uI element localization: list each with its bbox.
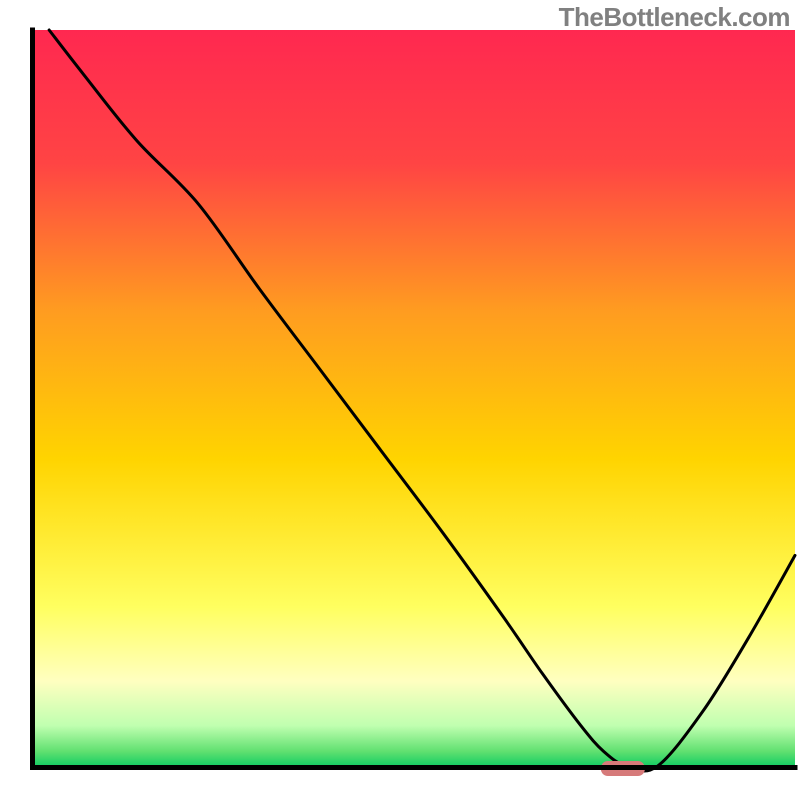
watermark-text: TheBottleneck.com bbox=[559, 2, 790, 33]
bottleneck-chart bbox=[0, 0, 800, 800]
plot-background bbox=[30, 30, 795, 770]
chart-container: TheBottleneck.com bbox=[0, 0, 800, 800]
